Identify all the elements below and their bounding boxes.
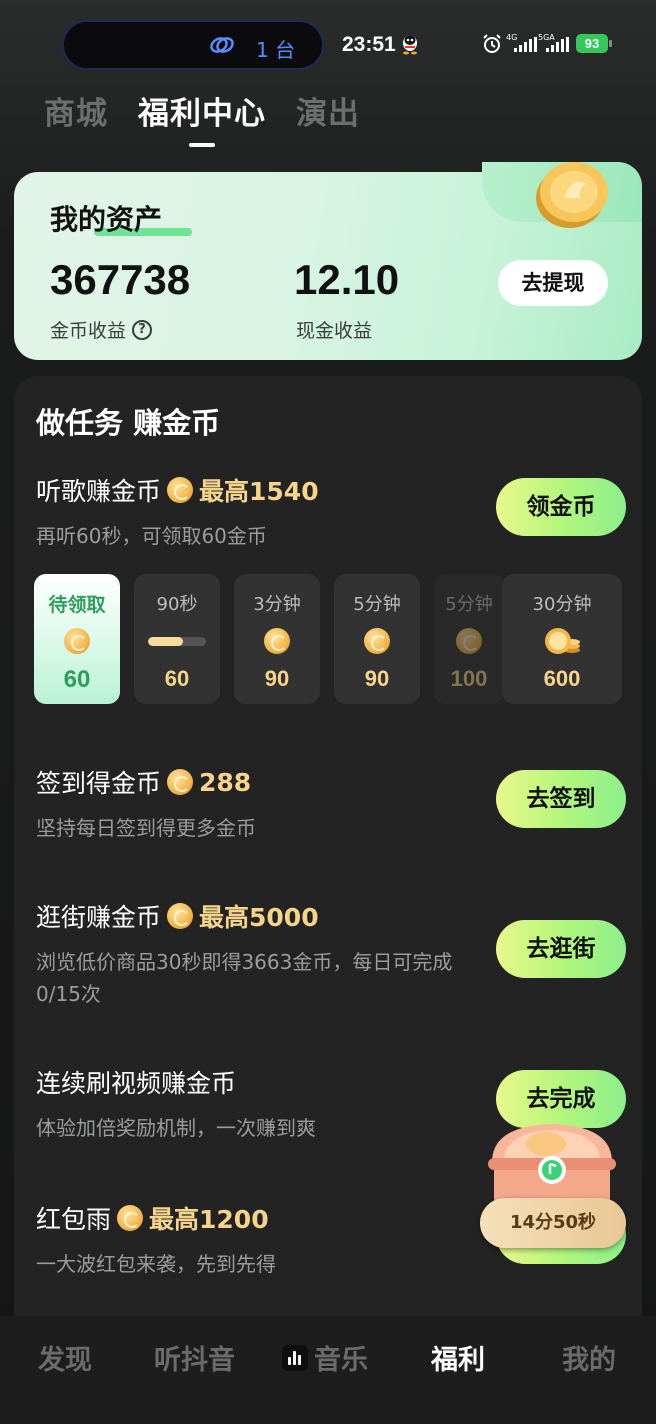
timeline-slot: 30分钟 600 — [502, 574, 622, 704]
signal-5ga-icon: 5GA — [538, 33, 572, 53]
nav-music[interactable]: 音乐 — [282, 1338, 368, 1377]
cash-balance: 12.10 — [294, 256, 400, 303]
task-desc: 浏览低价商品30秒即得3663金币，每日可完成0/15次 — [36, 950, 453, 1006]
timeline-slot: 5分钟 90 — [334, 574, 420, 704]
task-listen: 听歌赚金币 最高1540 再听60秒，可领取60金币 领金币 — [36, 472, 626, 552]
coin-icon — [167, 477, 194, 503]
coin-icon — [264, 628, 290, 654]
status-bar: 1 台 23:51 4G 5GA 93 — [0, 0, 656, 88]
listen-progress-bar — [148, 636, 206, 646]
signal-4g-icon: 4G — [506, 33, 537, 53]
gold-coin-icon — [536, 162, 608, 228]
music-icon — [282, 1344, 308, 1371]
tab-shows[interactable]: 演出 — [296, 88, 360, 133]
coin-icon — [117, 1205, 144, 1231]
task-max-reward: 最高5000 — [199, 903, 319, 932]
claim-coins-button[interactable]: 领金币 — [496, 478, 626, 536]
timeline-slot: 3分钟 90 — [234, 574, 320, 704]
top-tabs: 商城 福利中心 演出 — [44, 88, 360, 133]
task-max-reward: 288 — [199, 767, 252, 797]
coin-icon — [64, 628, 90, 654]
task-name: 签到得金币 — [36, 769, 162, 798]
coin-balance: 367738 — [50, 256, 191, 303]
task-desc: 坚持每日签到得更多金币 — [36, 816, 256, 840]
task-name: 逛街赚金币 — [36, 903, 162, 932]
task-max-reward: 最高1540 — [199, 477, 319, 506]
task-name: 红包雨 — [36, 1205, 112, 1234]
task-shopping: 逛街赚金币 最高5000 浏览低价商品30秒即得3663金币，每日可完成0/15… — [36, 898, 626, 1010]
coin-icon — [456, 628, 482, 654]
nav-welfare[interactable]: 福利 — [431, 1338, 485, 1377]
task-signin: 签到得金币 288 坚持每日签到得更多金币 去签到 — [36, 764, 626, 844]
device-count: 1 台 — [256, 38, 296, 62]
help-icon[interactable]: ? — [132, 319, 153, 340]
coin-label: 金币收益 ? — [50, 316, 153, 343]
assets-title: 我的资产 — [50, 203, 163, 236]
cash-label: 现金收益 — [296, 320, 373, 342]
task-desc: 体验加倍奖励机制，一次赚到爽 — [36, 1116, 316, 1140]
task-name: 听歌赚金币 — [36, 477, 162, 506]
nav-discover[interactable]: 发现 — [38, 1338, 92, 1377]
timeline-slot: 90秒 60 — [134, 574, 220, 704]
task-name: 连续刷视频赚金币 — [36, 1069, 237, 1098]
alarm-icon — [483, 34, 501, 53]
sign-in-button[interactable]: 去签到 — [496, 770, 626, 828]
timeline-slot: 5分钟 100 — [434, 574, 504, 704]
listen-timeline: 待领取 60 90秒 60 3分钟 90 5分钟 90 5分钟 100 30分钟 — [34, 574, 622, 704]
chest-countdown[interactable]: 14分50秒 — [480, 1198, 626, 1248]
coin-icon — [167, 903, 194, 929]
timeline-slot-claim[interactable]: 待领取 60 — [34, 574, 120, 704]
task-desc: 再听60秒，可领取60金币 — [36, 524, 267, 548]
assets-card: 我的资产 367738 12.10 金币收益 ? 现金收益 去提现 — [14, 162, 642, 360]
tasks-heading: 做任务 赚金币 — [36, 406, 221, 440]
task-desc: 一大波红包来袭，先到先得 — [36, 1252, 276, 1276]
dynamic-island[interactable]: 1 台 — [62, 20, 324, 70]
withdraw-button[interactable]: 去提现 — [498, 260, 608, 306]
link-icon — [210, 37, 234, 53]
tab-mall[interactable]: 商城 — [44, 88, 108, 133]
nav-me[interactable]: 我的 — [562, 1338, 616, 1377]
qq-icon — [403, 35, 417, 55]
task-max-reward: 最高1200 — [149, 1205, 269, 1234]
coin-stack-icon — [545, 628, 580, 654]
tab-welfare-center[interactable]: 福利中心 — [138, 88, 266, 133]
coin-icon — [167, 769, 194, 795]
bottom-nav: 发现 听抖音 音乐 福利 我的 — [0, 1316, 656, 1424]
treasure-chest-icon[interactable] — [484, 1118, 620, 1210]
clock: 23:51 — [342, 33, 396, 56]
go-shopping-button[interactable]: 去逛街 — [496, 920, 626, 978]
battery-icon: 93 — [576, 34, 612, 53]
nav-listen-douyin[interactable]: 听抖音 — [154, 1338, 235, 1377]
coin-icon — [364, 628, 390, 654]
